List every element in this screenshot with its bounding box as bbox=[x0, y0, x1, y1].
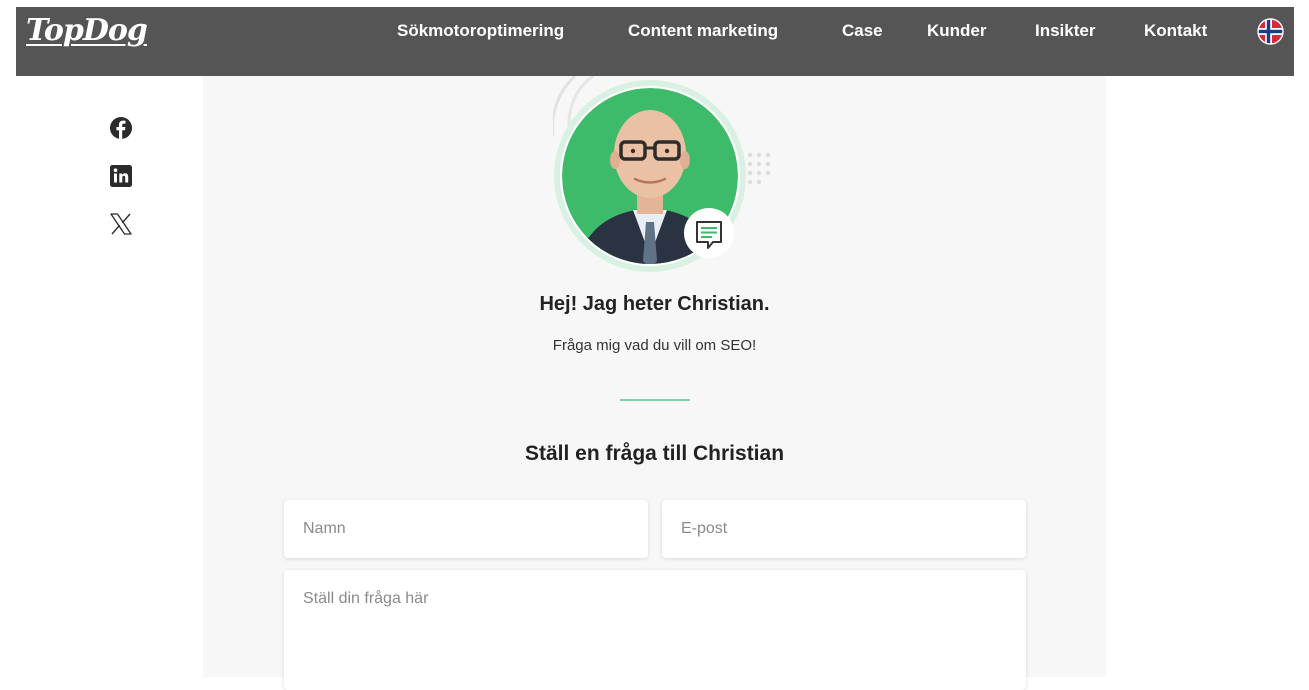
facebook-icon[interactable] bbox=[108, 115, 134, 141]
top-navigation-bar: TopDog Sökmotoroptimering Content market… bbox=[16, 7, 1294, 76]
nav-item-insikter[interactable]: Insikter bbox=[1035, 21, 1095, 41]
profile-tagline: Fråga mig vad du vill om SEO! bbox=[552, 337, 757, 354]
topdog-logo[interactable]: TopDog bbox=[26, 13, 148, 48]
section-divider bbox=[620, 399, 690, 401]
ask-expert-panel: Hej! Jag heter Christian. Fråga mig vad … bbox=[203, 76, 1106, 690]
form-heading: Ställ en fråga till Christian bbox=[524, 442, 785, 465]
nav-item-kontakt[interactable]: Kontakt bbox=[1144, 21, 1207, 41]
nav-item-sokmotoroptimering[interactable]: Sökmotoroptimering bbox=[397, 21, 564, 41]
x-icon[interactable] bbox=[108, 211, 134, 237]
question-textarea[interactable] bbox=[284, 570, 1026, 690]
norway-flag-icon[interactable] bbox=[1257, 18, 1284, 45]
email-field[interactable] bbox=[662, 500, 1026, 558]
name-field[interactable] bbox=[284, 500, 648, 558]
nav-item-content-marketing[interactable]: Content marketing bbox=[628, 21, 778, 41]
avatar bbox=[553, 76, 771, 272]
nav-item-case[interactable]: Case bbox=[842, 21, 883, 41]
nav-item-kunder[interactable]: Kunder bbox=[927, 21, 987, 41]
profile-greeting: Hej! Jag heter Christian. bbox=[539, 293, 770, 315]
linkedin-icon[interactable] bbox=[108, 163, 134, 189]
